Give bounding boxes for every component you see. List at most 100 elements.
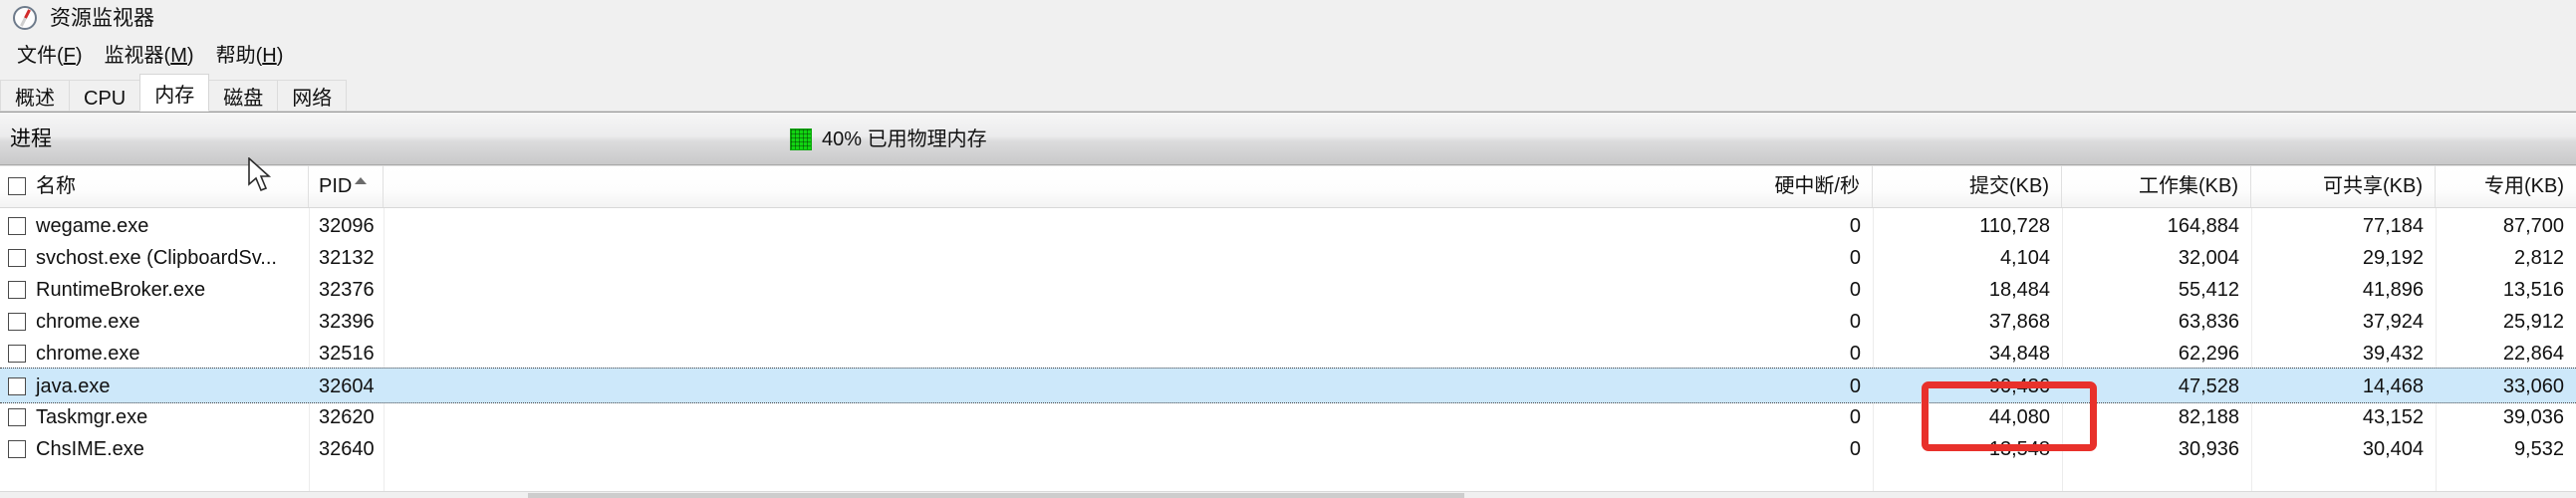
table-row[interactable]: wegame.exe 32096 0 110,728 164,884 77,18… xyxy=(0,208,2576,244)
horizontal-scrollbar[interactable] xyxy=(0,491,2576,498)
cell-commit: 18,484 xyxy=(1988,279,2050,301)
table-row[interactable]: chrome.exe 32516 0 34,848 62,296 39,432 … xyxy=(0,336,2576,372)
cell-private: 2,812 xyxy=(2513,247,2564,269)
column-header-pid[interactable]: PID xyxy=(309,165,384,207)
cell-name: svchost.exe (ClipboardSv... xyxy=(0,240,309,276)
cell-pid: 32620 xyxy=(319,406,375,428)
tab-strip: 概述 CPU 内存 磁盘 网络 xyxy=(0,74,2576,112)
row-checkbox[interactable] xyxy=(8,249,26,267)
table-header-row: 名称 PID 硬中断/秒 提交(KB) 工作集(KB) 可共享(KB) 专用(K… xyxy=(0,165,2576,208)
process-name: wegame.exe xyxy=(36,215,149,237)
cell-pid: 32516 xyxy=(319,343,375,365)
title-bar: 资源监视器 xyxy=(0,0,2576,38)
cell-private: 9,532 xyxy=(2513,438,2564,460)
cell-private: 22,864 xyxy=(2502,343,2564,365)
column-header-pid-label: PID xyxy=(319,175,353,197)
row-checkbox[interactable] xyxy=(8,217,26,235)
table-row[interactable]: RuntimeBroker.exe 32376 0 18,484 55,412 … xyxy=(0,272,2576,308)
row-checkbox[interactable] xyxy=(8,313,26,331)
cell-workingset: 63,836 xyxy=(2178,311,2239,333)
table-row[interactable]: Taskmgr.exe 32620 0 44,080 82,188 43,152… xyxy=(0,399,2576,435)
cell-workingset: 82,188 xyxy=(2178,406,2239,428)
cell-hardfaults: 0 xyxy=(1849,343,1861,365)
process-name: chrome.exe xyxy=(36,343,140,365)
cell-hardfaults: 0 xyxy=(1849,247,1861,269)
cell-hardfaults: 0 xyxy=(1849,215,1861,237)
column-header-workingset-label: 工作集(KB) xyxy=(2139,175,2238,197)
cell-name: wegame.exe xyxy=(0,208,309,244)
column-header-name-label: 名称 xyxy=(36,175,76,197)
tab-disk[interactable]: 磁盘 xyxy=(208,80,279,112)
tab-memory[interactable]: 内存 xyxy=(139,74,210,112)
column-header-private[interactable]: 专用(KB) xyxy=(2436,165,2576,207)
cell-name: chrome.exe xyxy=(0,336,309,372)
cell-commit: 13,548 xyxy=(1988,438,2050,460)
select-all-checkbox[interactable] xyxy=(8,177,26,195)
row-checkbox[interactable] xyxy=(8,377,26,395)
cell-commit: 110,728 xyxy=(1979,215,2050,237)
menu-item-file[interactable]: 文件(F) xyxy=(6,41,94,71)
table-row[interactable]: svchost.exe (ClipboardSv... 32132 0 4,10… xyxy=(0,240,2576,276)
cell-hardfaults: 0 xyxy=(1849,311,1861,333)
cell-pid: 32096 xyxy=(319,215,375,237)
cell-name: chrome.exe xyxy=(0,304,309,340)
cell-name: RuntimeBroker.exe xyxy=(0,272,309,308)
window-title: 资源监视器 xyxy=(50,7,154,30)
column-header-hardfaults-label: 硬中断/秒 xyxy=(1774,175,1860,197)
cell-hardfaults: 0 xyxy=(1849,406,1861,428)
cell-private: 13,516 xyxy=(2502,279,2564,301)
cell-private: 25,912 xyxy=(2502,311,2564,333)
tab-overview[interactable]: 概述 xyxy=(0,80,70,112)
process-name: java.exe xyxy=(36,375,111,397)
cell-shareable: 43,152 xyxy=(2362,406,2424,428)
process-name: svchost.exe (ClipboardSv... xyxy=(36,247,277,269)
scrollbar-thumb[interactable] xyxy=(528,493,1464,498)
cell-workingset: 62,296 xyxy=(2178,343,2239,365)
cell-commit: 37,868 xyxy=(1988,311,2050,333)
menu-item-help[interactable]: 帮助(H) xyxy=(205,41,295,71)
table-row[interactable]: ChsIME.exe 32640 0 13,548 30,936 30,404 … xyxy=(0,431,2576,467)
physical-memory-indicator: 40% 已用物理内存 xyxy=(790,113,987,166)
row-checkbox[interactable] xyxy=(8,408,26,426)
cell-pid: 32640 xyxy=(319,438,375,460)
column-header-workingset[interactable]: 工作集(KB) xyxy=(2062,165,2251,207)
column-header-name[interactable]: 名称 xyxy=(0,165,309,207)
column-header-shareable[interactable]: 可共享(KB) xyxy=(2251,165,2436,207)
column-header-commit[interactable]: 提交(KB) xyxy=(1873,165,2062,207)
column-header-commit-label: 提交(KB) xyxy=(1969,175,2049,197)
table-row[interactable]: chrome.exe 32396 0 37,868 63,836 37,924 … xyxy=(0,304,2576,340)
row-checkbox[interactable] xyxy=(8,440,26,458)
column-header-hardfaults[interactable]: 硬中断/秒 xyxy=(384,165,1873,207)
cell-shareable: 77,184 xyxy=(2362,215,2424,237)
memory-tab-content: 进程 40% 已用物理内存 名称 PID 硬中断/秒 提交(KB) 工作集(KB… xyxy=(0,112,2576,498)
cell-workingset: 55,412 xyxy=(2178,279,2239,301)
physical-memory-label: 40% 已用物理内存 xyxy=(822,128,987,150)
process-name: Taskmgr.exe xyxy=(36,406,148,428)
cell-pid: 32396 xyxy=(319,311,375,333)
cell-shareable: 37,924 xyxy=(2362,311,2424,333)
cell-shareable: 39,432 xyxy=(2362,343,2424,365)
row-checkbox[interactable] xyxy=(8,345,26,363)
tab-cpu[interactable]: CPU xyxy=(69,80,141,112)
processes-section-header[interactable]: 进程 40% 已用物理内存 xyxy=(0,112,2576,165)
cell-private: 39,036 xyxy=(2502,406,2564,428)
cell-hardfaults: 0 xyxy=(1849,279,1861,301)
menu-item-monitor[interactable]: 监视器(M) xyxy=(94,41,205,71)
column-header-private-label: 专用(KB) xyxy=(2484,175,2564,197)
section-title: 进程 xyxy=(10,126,52,150)
cell-hardfaults: 0 xyxy=(1849,438,1861,460)
cell-shareable: 41,896 xyxy=(2362,279,2424,301)
sort-ascending-icon xyxy=(355,176,368,184)
cell-pid: 32132 xyxy=(319,247,375,269)
cell-pid: 32376 xyxy=(319,279,375,301)
process-name: ChsIME.exe xyxy=(36,438,144,460)
memory-swatch-icon xyxy=(790,128,812,150)
table-row-selected[interactable]: java.exe 32604 0 90,436 47,528 14,468 33… xyxy=(0,368,2576,403)
cell-private: 87,700 xyxy=(2502,215,2564,237)
row-checkbox[interactable] xyxy=(8,281,26,299)
cell-workingset: 164,884 xyxy=(2167,215,2239,237)
cell-name: Taskmgr.exe xyxy=(0,399,309,435)
tab-network[interactable]: 网络 xyxy=(277,80,348,112)
cell-workingset: 32,004 xyxy=(2178,247,2239,269)
cell-shareable: 30,404 xyxy=(2362,438,2424,460)
